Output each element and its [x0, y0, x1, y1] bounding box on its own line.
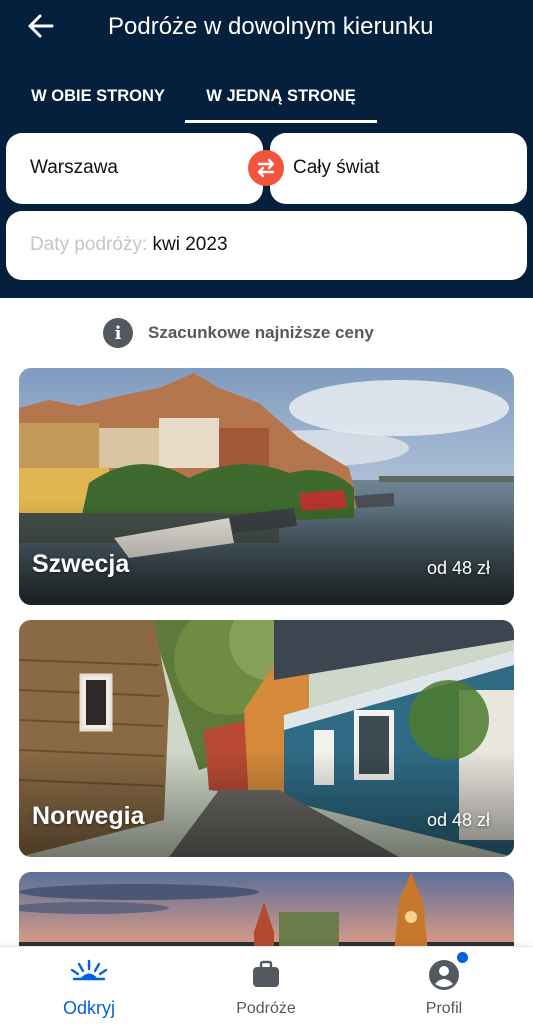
nav-label: Odkryj — [62, 998, 115, 1018]
tab-one-way[interactable]: W JEDNĄ STRONĘ — [185, 84, 377, 123]
swap-button[interactable] — [248, 150, 284, 186]
page-title: Podróże w dowolnym kierunku — [108, 13, 434, 40]
dates-value: kwi 2023 — [152, 234, 228, 255]
suitcase-icon — [253, 960, 279, 987]
nav-trips[interactable]: Podróże — [201, 947, 331, 1025]
destination-value: Cały świat — [293, 157, 380, 178]
dates-field[interactable]: Daty podróży: kwi 2023 — [6, 211, 527, 280]
nav-label: Profil — [425, 1000, 463, 1017]
destination-name: Norwegia — [32, 802, 145, 830]
destination-field[interactable]: Cały świat — [270, 133, 527, 204]
destination-price: od 48 zł — [426, 810, 490, 830]
swap-arrows-icon — [257, 158, 275, 178]
destination-card-sweden[interactable]: Szwecja od 48 zł — [19, 368, 514, 605]
notification-badge — [457, 952, 468, 963]
origin-value: Warszawa — [30, 157, 118, 178]
info-icon: i — [103, 318, 133, 348]
destination-card-norway[interactable]: Norwegia od 48 zł — [19, 620, 514, 857]
price-info-text: Szacunkowe najniższe ceny — [148, 323, 374, 342]
bottom-navigation: Odkryj Podróże Profil — [0, 946, 533, 1025]
origin-field[interactable]: Warszawa — [6, 133, 263, 204]
price-info[interactable]: i Szacunkowe najniższe ceny — [103, 318, 374, 348]
profile-icon — [429, 960, 459, 990]
destination-name: Szwecja — [32, 550, 130, 578]
sunrise-icon — [70, 959, 108, 981]
nav-label: Podróże — [236, 1000, 296, 1017]
dates-label: Daty podróży: — [30, 234, 148, 255]
arrow-left-icon[interactable] — [26, 10, 56, 42]
app-header: Podróże w dowolnym kierunku W OBIE STRON… — [0, 0, 533, 298]
nav-explore[interactable]: Odkryj — [24, 947, 154, 1025]
nav-profile[interactable]: Profil — [379, 947, 509, 1025]
destination-price: od 48 zł — [426, 558, 490, 578]
tab-round-trip[interactable]: W OBIE STRONY — [16, 84, 180, 120]
